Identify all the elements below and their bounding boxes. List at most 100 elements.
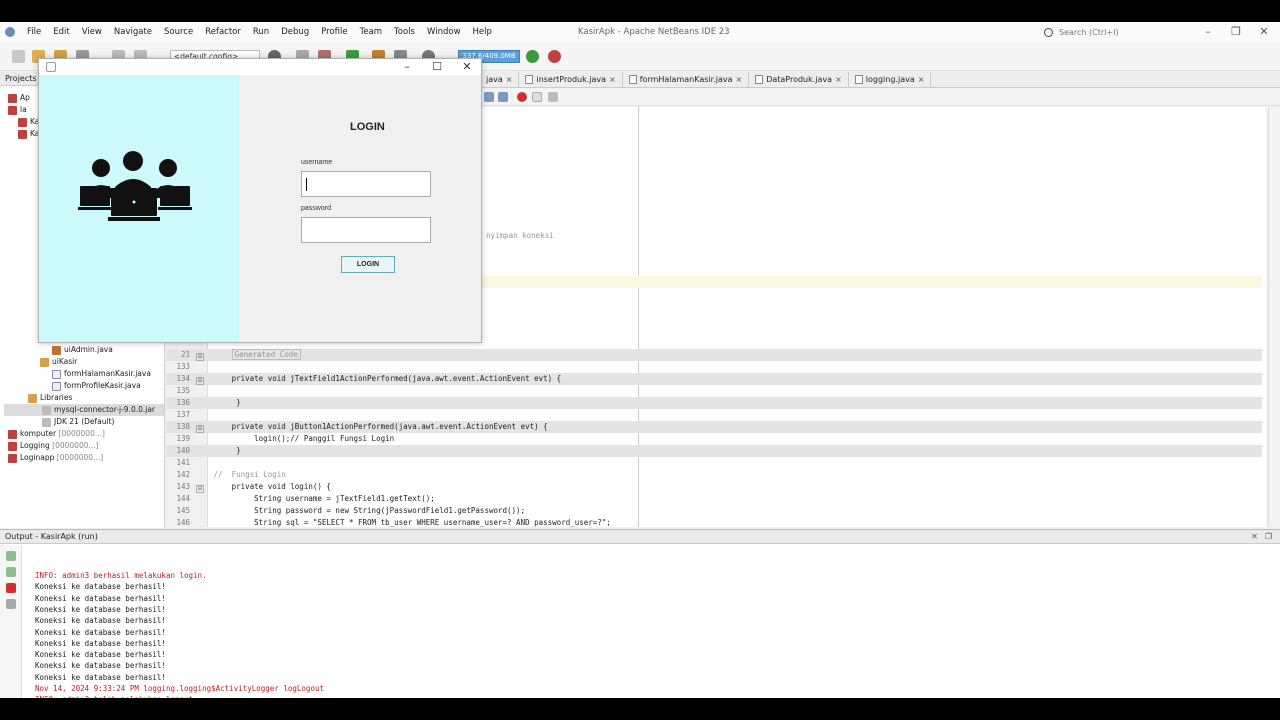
fold-icon[interactable]: ⊟ xyxy=(196,425,204,433)
tree-item[interactable]: JDK 21 (Default) xyxy=(42,416,114,428)
tree-item[interactable]: komputer [0000000...] xyxy=(8,428,105,440)
minimize-icon[interactable]: – xyxy=(1198,22,1218,42)
jar-icon xyxy=(42,405,51,415)
tree-item[interactable]: Ka xyxy=(18,116,39,128)
toggle-icon[interactable] xyxy=(484,92,494,102)
menu-refactor[interactable]: Refactor xyxy=(199,22,247,42)
new-file-icon[interactable] xyxy=(12,50,25,63)
dialog-titlebar: – ☐ ✕ xyxy=(39,59,481,75)
code-line: 133 xyxy=(176,362,190,371)
jdk-icon xyxy=(42,417,51,427)
rerun-with-params-icon[interactable] xyxy=(6,567,16,577)
project-icon xyxy=(18,129,27,139)
login-dialog: – ☐ ✕ LOGIN username password LOGIN xyxy=(38,58,482,343)
menubar: File Edit View Navigate Source Refactor … xyxy=(0,22,1280,42)
project-icon xyxy=(8,93,17,103)
login-button[interactable]: LOGIN xyxy=(341,256,395,273)
menu-source[interactable]: Source xyxy=(158,22,199,42)
tree-item[interactable]: Ap xyxy=(8,92,30,104)
profile-ide-icon[interactable] xyxy=(548,50,561,63)
output-header[interactable]: Output - KasirApk (run) ✕ ❐ xyxy=(0,530,1280,544)
close-tab-icon[interactable]: × xyxy=(835,75,842,84)
project-icon xyxy=(8,441,17,451)
menu-view[interactable]: View xyxy=(76,22,108,42)
menu-edit[interactable]: Edit xyxy=(47,22,75,42)
close-tab-icon[interactable]: × xyxy=(506,75,513,84)
minimize-icon[interactable]: – xyxy=(395,59,419,75)
output-line: Koneksi ke database berhasil! xyxy=(35,638,166,648)
form-file-icon xyxy=(52,369,61,379)
menu-help[interactable]: Help xyxy=(467,22,498,42)
tree-item[interactable]: Ka xyxy=(18,128,39,140)
code-line: 144 String username = jTextField1.getTex… xyxy=(176,494,435,503)
stop-icon[interactable] xyxy=(6,583,16,593)
code-line: 21 ⊟ Generated Code xyxy=(166,349,1262,361)
maximize-output-icon[interactable]: ❐ xyxy=(1265,530,1272,544)
toggle-icon[interactable] xyxy=(498,92,508,102)
menu-debug[interactable]: Debug xyxy=(275,22,315,42)
desktop-screen: File Edit View Navigate Source Refactor … xyxy=(0,22,1280,698)
maximize-icon[interactable]: ☐ xyxy=(425,59,449,75)
java-app-icon xyxy=(46,62,56,72)
menu-run[interactable]: Run xyxy=(247,22,275,42)
close-output-icon[interactable]: ✕ xyxy=(1251,530,1258,544)
close-icon[interactable]: ✕ xyxy=(455,59,479,75)
settings-icon[interactable] xyxy=(6,599,16,609)
search-input[interactable]: Search (Ctrl+I) xyxy=(1044,25,1190,39)
tree-item[interactable]: Libraries xyxy=(28,392,72,404)
menu-tools[interactable]: Tools xyxy=(388,22,421,42)
menu-navigate[interactable]: Navigate xyxy=(108,22,158,42)
menu-window[interactable]: Window xyxy=(421,22,467,42)
gc-icon[interactable] xyxy=(526,50,539,63)
form-file-icon xyxy=(628,75,637,84)
java-file-icon xyxy=(525,75,534,84)
close-tab-icon[interactable]: × xyxy=(918,75,925,84)
tab-logging[interactable]: logging.java × xyxy=(849,71,932,88)
editor-tabs: java × insertProduk.java × formHalamanKasi… xyxy=(480,71,1280,88)
login-illustration-panel xyxy=(40,75,239,342)
username-field[interactable] xyxy=(301,171,431,197)
menu-file[interactable]: File xyxy=(21,22,47,42)
tree-item[interactable]: Logging [0000000...] xyxy=(8,440,99,452)
output-line: Koneksi ke database berhasil! xyxy=(35,661,166,671)
code-fragment: nyimpan koneksi xyxy=(486,231,554,240)
output-line: Koneksi ke database berhasil! xyxy=(35,627,166,637)
restore-icon[interactable]: ❐ xyxy=(1226,22,1246,42)
tab-java[interactable]: java × xyxy=(480,71,520,88)
tree-item[interactable]: formHalamanKasir.java xyxy=(52,368,151,380)
code-line: 139 login();// Panggil Fungsi Login xyxy=(176,434,395,443)
tree-item[interactable]: formProfileKasir.java xyxy=(52,380,141,392)
tab-insertproduk[interactable]: insertProduk.java × xyxy=(519,71,623,88)
fold-icon[interactable]: ⊟ xyxy=(196,485,204,493)
editor-scrollbar[interactable] xyxy=(1268,107,1280,527)
close-icon[interactable]: ✕ xyxy=(1254,22,1274,42)
password-field[interactable] xyxy=(301,217,431,243)
record-macro-icon[interactable] xyxy=(517,92,527,102)
fold-icon[interactable]: ⊟ xyxy=(196,377,204,385)
code-line: 135 xyxy=(176,386,190,395)
close-tab-icon[interactable]: × xyxy=(735,75,742,84)
menu-team[interactable]: Team xyxy=(354,22,388,42)
tree-item[interactable]: Loginapp [0000000...] xyxy=(8,452,103,464)
rerun-icon[interactable] xyxy=(6,551,16,561)
username-label: username xyxy=(301,159,333,166)
code-line: 142 // Fungsi Login xyxy=(176,470,286,479)
fold-icon[interactable]: ⊟ xyxy=(196,353,204,361)
tree-item[interactable]: uiAdmin.java xyxy=(52,344,113,356)
tab-dataproduk[interactable]: DataProduk.java × xyxy=(749,71,849,88)
close-tab-icon[interactable]: × xyxy=(609,75,616,84)
comment-icon[interactable] xyxy=(548,92,558,102)
tree-item-selected[interactable]: mysql-connector-j-9.0.0.jar xyxy=(4,404,164,416)
menu-profile[interactable]: Profile xyxy=(315,22,353,42)
stop-macro-icon[interactable] xyxy=(532,92,542,102)
tab-formhalamankasir[interactable]: formHalamanKasir.java × xyxy=(623,71,750,88)
output-line: Koneksi ke database berhasil! xyxy=(35,616,166,626)
output-line: Koneksi ke database berhasil! xyxy=(35,582,166,592)
code-line: 145 String password = new String(jPasswo… xyxy=(176,506,526,515)
tree-item[interactable]: la xyxy=(8,104,27,116)
code-line: 138 ⊟ private void jButton1ActionPerforme… xyxy=(166,421,1262,433)
code-line: 140 } xyxy=(166,445,1262,457)
login-title: LOGIN xyxy=(350,121,385,133)
project-icon xyxy=(8,453,17,463)
tree-item[interactable]: uiKasir xyxy=(40,356,77,368)
